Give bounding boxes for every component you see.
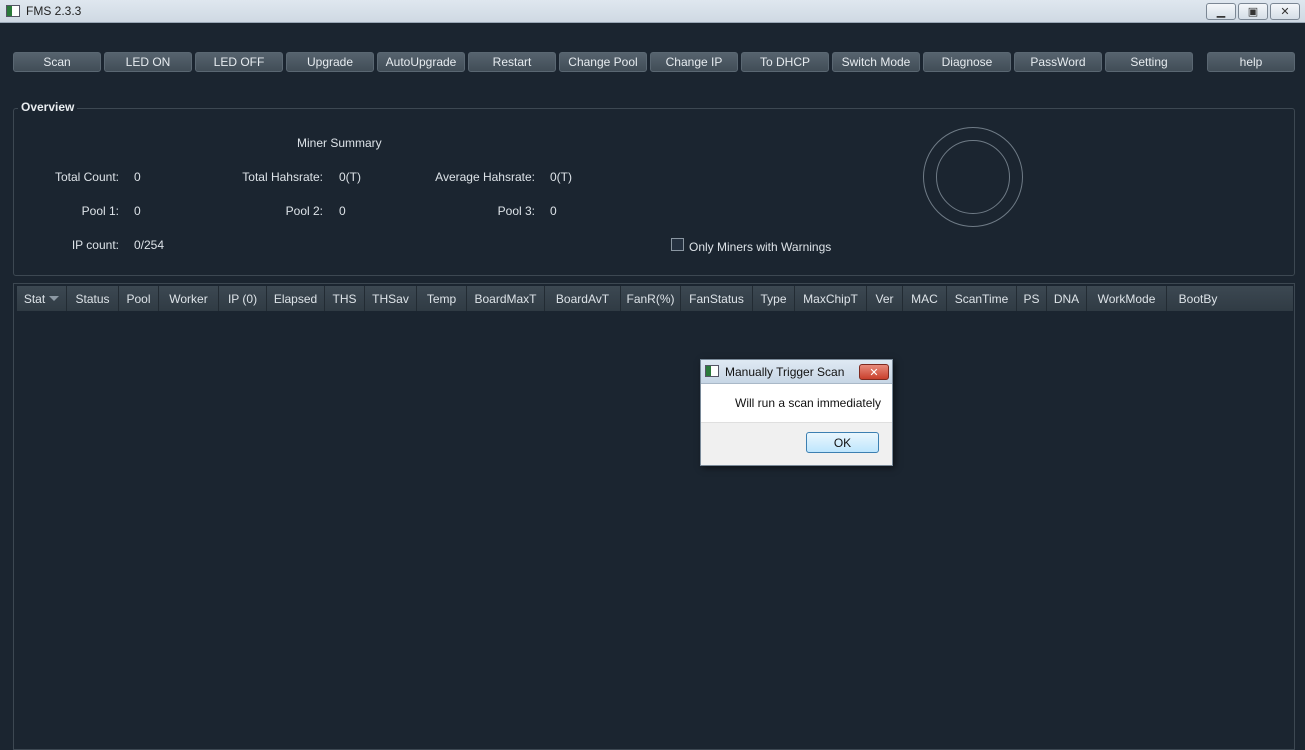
column-header-bootby[interactable]: BootBy — [1167, 286, 1229, 311]
column-header-dna[interactable]: DNA — [1047, 286, 1087, 311]
column-header-status[interactable]: Status — [67, 286, 119, 311]
pool3-label: Pool 3: — [497, 204, 535, 218]
warnings-checkbox[interactable] — [671, 238, 684, 251]
maximize-button[interactable]: ▣ — [1238, 3, 1268, 20]
column-header-type[interactable]: Type — [753, 286, 795, 311]
total-hashrate-label: Total Hahsrate: — [242, 170, 323, 184]
table-header: Stat Status Pool Worker IP (0) Elapsed T… — [17, 286, 1293, 311]
dialog-titlebar: Manually Trigger Scan ✕ — [701, 360, 892, 384]
warnings-checkbox-label[interactable]: Only Miners with Warnings — [689, 240, 831, 254]
overview-title: Overview — [18, 100, 78, 114]
column-header-fanstatus[interactable]: FanStatus — [681, 286, 753, 311]
column-header-workmode[interactable]: WorkMode — [1087, 286, 1167, 311]
column-header-scantime[interactable]: ScanTime — [947, 286, 1017, 311]
column-header-thsav[interactable]: THSav — [365, 286, 417, 311]
column-header-temp[interactable]: Temp — [417, 286, 467, 311]
autoupgrade-button[interactable]: AutoUpgrade — [377, 52, 465, 72]
average-hashrate-value: 0(T) — [550, 170, 572, 184]
upgrade-button[interactable]: Upgrade — [286, 52, 374, 72]
led-off-button[interactable]: LED OFF — [195, 52, 283, 72]
overview-group — [13, 108, 1295, 276]
status-ring-inner — [936, 140, 1010, 214]
column-header-elapsed[interactable]: Elapsed — [267, 286, 325, 311]
pool2-label: Pool 2: — [285, 204, 323, 218]
scan-button[interactable]: Scan — [13, 52, 101, 72]
column-header-ps[interactable]: PS — [1017, 286, 1047, 311]
diagnose-button[interactable]: Diagnose — [923, 52, 1011, 72]
dialog-footer: OK — [701, 422, 892, 465]
column-header-boardmaxt[interactable]: BoardMaxT — [467, 286, 545, 311]
minimize-button[interactable]: ▁ — [1206, 3, 1236, 20]
average-hashrate-label: Average Hahsrate: — [435, 170, 535, 184]
dialog-title: Manually Trigger Scan — [725, 365, 845, 379]
setting-button[interactable]: Setting — [1105, 52, 1193, 72]
column-header-ver[interactable]: Ver — [867, 286, 903, 311]
pool1-value: 0 — [134, 204, 141, 218]
column-header-ths[interactable]: THS — [325, 286, 365, 311]
dialog-close-button[interactable]: ✕ — [859, 364, 889, 380]
switch-mode-button[interactable]: Switch Mode — [832, 52, 920, 72]
password-button[interactable]: PassWord — [1014, 52, 1102, 72]
change-pool-button[interactable]: Change Pool — [559, 52, 647, 72]
ip-count-value: 0/254 — [134, 238, 165, 252]
pool2-value: 0 — [339, 204, 346, 218]
ip-count-label: IP count: — [71, 238, 119, 252]
column-header-worker[interactable]: Worker — [159, 286, 219, 311]
column-header-fanr[interactable]: FanR(%) — [621, 286, 681, 311]
pool1-label: Pool 1: — [81, 204, 119, 218]
scan-dialog: Manually Trigger Scan ✕ Will run a scan … — [700, 359, 893, 466]
change-ip-button[interactable]: Change IP — [650, 52, 738, 72]
sort-arrow-icon — [49, 296, 60, 301]
ok-button[interactable]: OK — [806, 432, 879, 453]
total-hashrate-value: 0(T) — [339, 170, 361, 184]
miner-summary-title: Miner Summary — [297, 136, 382, 150]
led-on-button[interactable]: LED ON — [104, 52, 192, 72]
miner-table: Stat Status Pool Worker IP (0) Elapsed T… — [13, 283, 1295, 750]
total-count-label: Total Count: — [54, 170, 119, 184]
column-header-mac[interactable]: MAC — [903, 286, 947, 311]
app-icon — [6, 5, 20, 17]
dialog-message: Will run a scan immediately — [735, 396, 882, 410]
window-titlebar: FMS 2.3.3 ▁ ▣ ✕ — [0, 0, 1305, 23]
close-button[interactable]: ✕ — [1270, 3, 1300, 20]
window-title: FMS 2.3.3 — [26, 4, 82, 18]
total-count-value: 0 — [134, 170, 141, 184]
help-button[interactable]: help — [1207, 52, 1295, 72]
to-dhcp-button[interactable]: To DHCP — [741, 52, 829, 72]
column-header-boardavt[interactable]: BoardAvT — [545, 286, 621, 311]
dialog-app-icon — [705, 365, 719, 377]
column-header-pool[interactable]: Pool — [119, 286, 159, 311]
column-header-ip[interactable]: IP (0) — [219, 286, 267, 311]
pool3-value: 0 — [550, 204, 557, 218]
column-header-maxchipt[interactable]: MaxChipT — [795, 286, 867, 311]
dialog-body: Will run a scan immediately — [701, 384, 892, 422]
restart-button[interactable]: Restart — [468, 52, 556, 72]
column-header-stat[interactable]: Stat — [17, 286, 67, 311]
